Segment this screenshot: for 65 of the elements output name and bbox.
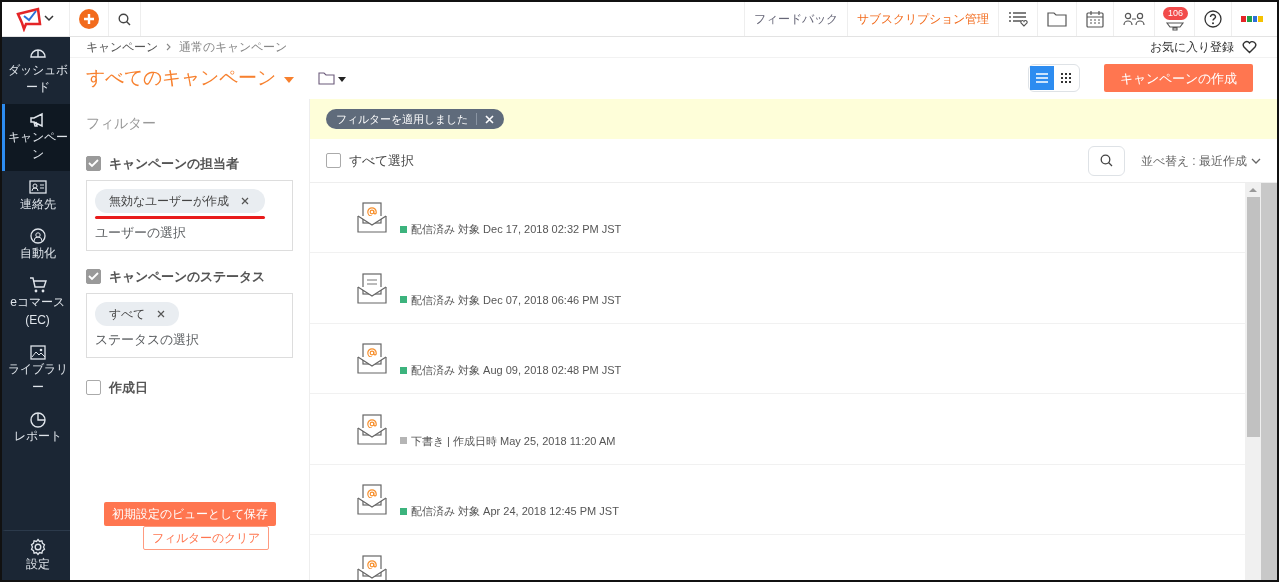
image-icon	[28, 343, 47, 362]
folder-icon[interactable]	[318, 71, 346, 86]
filter-checkbox[interactable]	[86, 269, 101, 285]
notification-badge: 106	[1163, 7, 1189, 20]
bell-icon[interactable]	[1164, 21, 1185, 31]
select-all-label: すべて選択	[349, 151, 414, 170]
scrollbar-thumb[interactable]	[1246, 196, 1260, 437]
calendar-icon[interactable]	[1086, 10, 1104, 28]
sidebar-item[interactable]: eコマース (EC)	[2, 269, 70, 337]
pie-chart-icon	[28, 409, 47, 428]
add-icon[interactable]	[79, 9, 99, 29]
filter-label: キャンペーンのステータス	[109, 268, 265, 287]
campaign-status: 配信済み 対象 Aug 09, 2018 02:48 PM JST	[411, 363, 622, 379]
email-envelope-icon	[356, 552, 388, 580]
filter-select-field[interactable]: 無効なユーザーが作成 ユーザーの選択	[86, 179, 293, 252]
filter-heading: フィルター	[86, 114, 157, 134]
list-icon	[1036, 73, 1048, 84]
sidebar-item[interactable]: レポート	[2, 402, 70, 453]
sidebar-item[interactable]: キャンペーン	[2, 103, 70, 171]
sort-dropdown[interactable]: 並べ替え : 最近作成	[1141, 151, 1261, 170]
grid-icon	[1061, 73, 1071, 84]
sidebar-item[interactable]: 自動化	[2, 219, 70, 270]
apps-logo-icon[interactable]	[1241, 15, 1263, 23]
filter-label: 作成日	[109, 379, 148, 398]
caret-icon[interactable]	[284, 77, 294, 84]
search-icon[interactable]	[118, 12, 131, 26]
breadcrumb-current: 通常のキャンペーン	[179, 38, 287, 56]
search-icon	[1100, 154, 1113, 168]
close-icon[interactable]	[485, 114, 494, 124]
email-envelope-icon	[356, 341, 388, 376]
email-envelope-icon	[356, 200, 388, 235]
sidebar-item[interactable]: ライブラリー	[2, 336, 70, 403]
heart-icon[interactable]	[1242, 39, 1257, 54]
filter-checkbox[interactable]	[86, 380, 101, 396]
filter-select-field[interactable]: すべて ステータスの選択	[86, 292, 293, 359]
email-envelope-icon	[356, 411, 388, 446]
scroll-up-icon[interactable]	[1249, 186, 1257, 193]
filter-chip: すべて	[95, 301, 179, 326]
email-envelope-icon	[356, 482, 388, 517]
campaign-status: 配信済み 対象 Dec 07, 2018 06:46 PM JST	[411, 292, 622, 308]
help-icon[interactable]	[1204, 10, 1222, 28]
settings-icon	[28, 537, 47, 556]
chevron-icon	[1251, 157, 1261, 164]
sidebar-item[interactable]: ダッシュボード	[2, 37, 70, 104]
filter-applied-pill: フィルターを適用しました	[326, 109, 504, 130]
campaign-status: 配信済み 対象 Dec 17, 2018 02:32 PM JST	[411, 222, 622, 238]
select-all-checkbox[interactable]	[326, 153, 341, 169]
search-button[interactable]	[1088, 145, 1125, 176]
breadcrumb-link[interactable]: キャンペーン	[86, 37, 158, 56]
cart-icon	[28, 276, 47, 295]
feedback-link[interactable]: フィードバック	[754, 10, 838, 28]
campaign-status: 配信済み 対象 Apr 24, 2018 12:45 PM JST	[411, 504, 619, 520]
list-heart-icon[interactable]	[1008, 11, 1028, 27]
sidebar-item[interactable]: 連絡先	[2, 170, 70, 220]
chevron-right-icon	[166, 42, 171, 51]
contact-card-icon	[28, 177, 47, 196]
users-icon[interactable]	[1123, 11, 1145, 27]
favorite-link[interactable]: お気に入り登録	[1150, 37, 1234, 56]
filter-chip: 無効なユーザーが作成	[95, 188, 265, 213]
filter-label: キャンペーンの担当者	[109, 155, 239, 174]
newsletter-envelope-icon	[356, 270, 388, 305]
settings-nav-item[interactable]: 設定	[2, 529, 70, 580]
campaign-status: 下書き | 作成日時 May 25, 2018 11:20 AM	[411, 433, 616, 449]
person-cycle-icon	[28, 226, 47, 245]
filter-checkbox[interactable]	[86, 156, 101, 172]
